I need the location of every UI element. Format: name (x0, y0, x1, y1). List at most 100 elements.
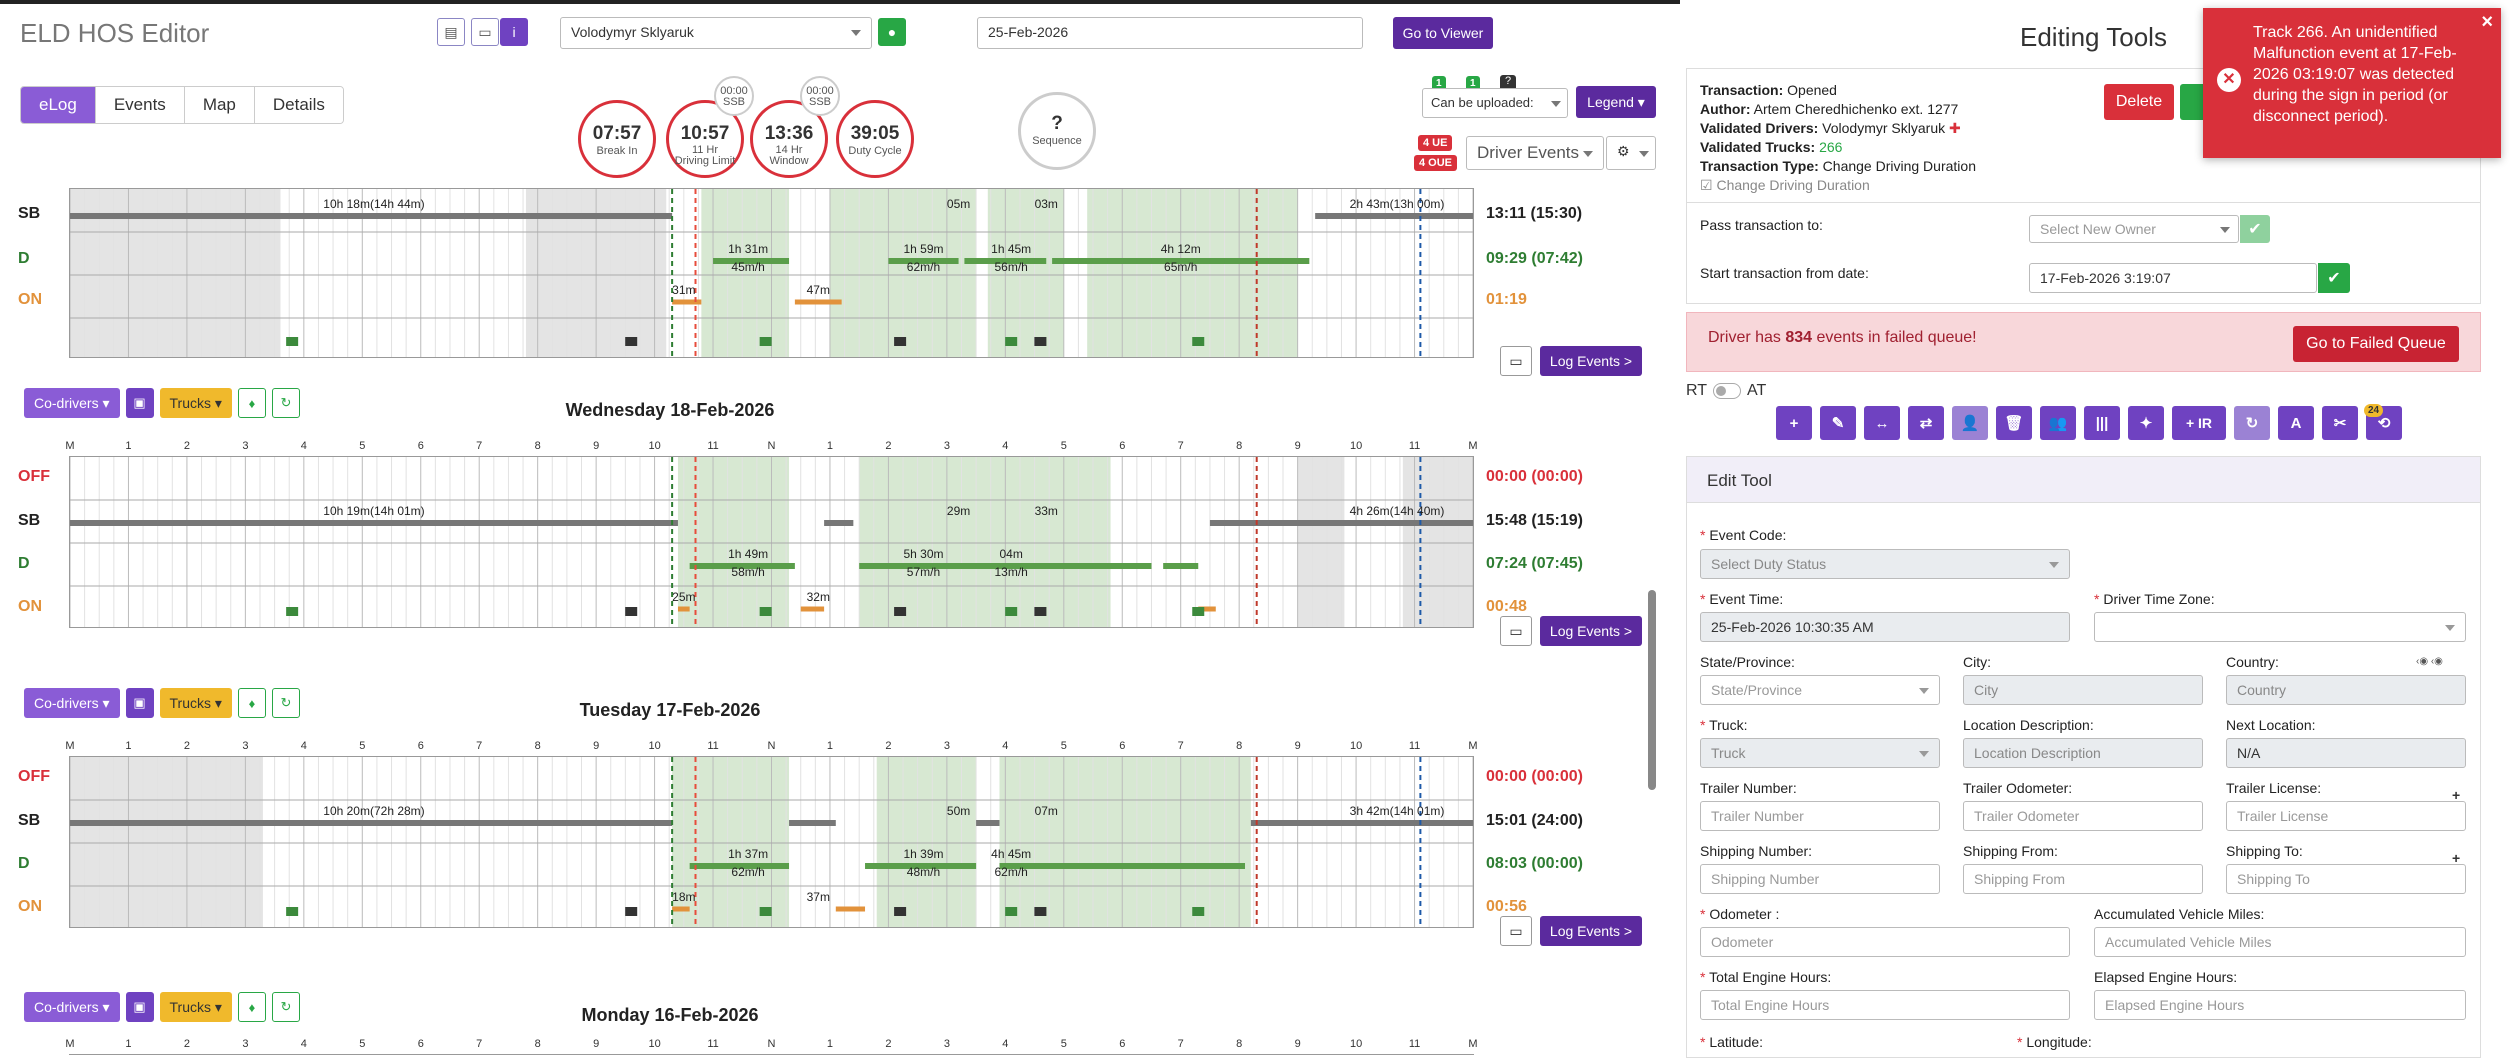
log-events-button[interactable]: Log Events > (1540, 346, 1642, 376)
timezone-select[interactable] (2094, 612, 2466, 642)
country-input[interactable]: Country (2226, 675, 2466, 705)
log-panel: ELD HOS Editor ▤ ▭ i Volodymyr Sklyaruk … (0, 0, 1680, 1058)
driver-select[interactable]: Volodymyr Sklyaruk (560, 17, 872, 49)
hour-label: 9 (593, 740, 600, 752)
hour-label: 6 (1119, 740, 1126, 752)
truck-select[interactable]: Truck (1700, 738, 1940, 768)
field-label-text: Elapsed Engine Hours: (2094, 969, 2238, 985)
confirm-start-button[interactable]: ✔ (2318, 263, 2350, 293)
close-icon[interactable]: × (2481, 12, 2493, 33)
log-graph[interactable] (69, 756, 1474, 928)
driver-events-select[interactable]: Driver Events (1466, 136, 1604, 170)
field-label-text: Truck: (1709, 717, 1748, 733)
gear-icon: ⚙ (1617, 143, 1630, 159)
event-code-select[interactable]: Select Duty Status (1700, 549, 2070, 579)
shipping-to-input[interactable]: Shipping To (2226, 864, 2466, 894)
log-graph[interactable] (69, 456, 1474, 628)
scrollbar[interactable] (1648, 590, 1656, 790)
camera-icon (894, 907, 907, 916)
trailer-license-input[interactable]: Trailer License (2226, 801, 2466, 831)
comment-button[interactable]: ▭ (1500, 616, 1532, 646)
tool-button-0[interactable]: + (1776, 406, 1812, 440)
total-d: 07:24 (07:45) (1486, 555, 1583, 572)
trailer-odometer-input[interactable]: Trailer Odometer (1963, 801, 2203, 831)
start-date-input[interactable]: 17-Feb-2026 3:19:07 (2029, 263, 2317, 293)
new-owner-select[interactable]: Select New Owner (2029, 215, 2239, 243)
change-driving-checkbox-row[interactable]: ☑ Change Driving Duration (1700, 176, 1976, 195)
kv-key: Validated Trucks: (1700, 139, 1816, 155)
go-to-failed-queue-button[interactable]: Go to Failed Queue (2293, 326, 2459, 362)
field-label: * Longitude: (2017, 1034, 2092, 1050)
hour-label: 8 (534, 740, 541, 752)
tool-button-12[interactable]: ✂ (2322, 406, 2358, 440)
tool-button-9[interactable]: + IR (2172, 406, 2226, 440)
total-d: 09:29 (07:42) (1486, 250, 1583, 267)
location-pin-icon[interactable]: ‹◉ ‹◉ (2416, 656, 2443, 667)
tool-button-6[interactable]: 👥 (2040, 406, 2076, 440)
kv-key: Validated Drivers: (1700, 120, 1819, 136)
log-graph[interactable] (69, 1054, 1474, 1055)
tab-details[interactable]: Details (254, 87, 343, 123)
log-events-button[interactable]: Log Events > (1540, 616, 1642, 646)
checkbox-icon[interactable]: ☑ (1700, 177, 1713, 193)
field-value: Accumulated Vehicle Miles (2105, 934, 2272, 950)
tool-button-3[interactable]: ⇄ (1908, 406, 1944, 440)
elapsed-engine-hours-input[interactable]: Elapsed Engine Hours (2094, 990, 2466, 1020)
hour-label: 4 (1002, 440, 1009, 452)
next-location-input[interactable]: N/A (2226, 738, 2466, 768)
divider (1687, 202, 2480, 203)
legend-button[interactable]: Legend ▾ (1576, 86, 1656, 118)
note-icon[interactable]: ▭ (471, 18, 499, 46)
odometer-input[interactable]: Odometer (1700, 927, 2070, 957)
tool-button-10[interactable]: ↻ (2234, 406, 2270, 440)
settings-dropdown[interactable]: ⚙ (1606, 136, 1656, 170)
tool-button-11[interactable]: A (2278, 406, 2314, 440)
tool-button-7[interactable]: ||| (2084, 406, 2120, 440)
confirm-owner-button[interactable]: ✔ (2240, 215, 2270, 243)
document-icon[interactable]: ▤ (437, 18, 465, 46)
shipping-from-input[interactable]: Shipping From (1963, 864, 2203, 894)
comment-button[interactable]: ▭ (1500, 916, 1532, 946)
go-to-viewer-button[interactable]: Go to Viewer (1393, 17, 1493, 49)
event-time-input[interactable]: 25-Feb-2026 10:30:35 AM (1700, 612, 2070, 642)
location-description-input[interactable]: Location Description (1963, 738, 2203, 768)
total-engine-hours-input[interactable]: Total Engine Hours (1700, 990, 2070, 1020)
hour-label: 4 (300, 740, 307, 752)
tab-events[interactable]: Events (95, 87, 185, 123)
delete-button[interactable]: Delete (2104, 84, 2174, 120)
add-icon[interactable]: + (2452, 850, 2460, 866)
accumulated-miles-input[interactable]: Accumulated Vehicle Miles (2094, 927, 2466, 957)
camera-icon (625, 607, 638, 616)
user-icon[interactable]: ● (878, 18, 906, 46)
city-input[interactable]: City (1963, 675, 2203, 705)
shipping-number-input[interactable]: Shipping Number (1700, 864, 1940, 894)
field-label: Trailer Odometer: (1963, 780, 2072, 796)
gauge-value: 39:05 (850, 123, 900, 144)
segment-label: 07m (1034, 804, 1058, 818)
comment-button[interactable]: ▭ (1500, 346, 1532, 376)
toggle-switch[interactable] (1713, 383, 1742, 399)
date-input[interactable]: 25-Feb-2026 (977, 17, 1363, 49)
add-icon[interactable]: + (2452, 787, 2460, 803)
tool-button-4[interactable]: 👤 (1952, 406, 1988, 440)
state-select[interactable]: State/Province (1700, 675, 1940, 705)
tool-button-1[interactable]: ✎ (1820, 406, 1856, 440)
tab-map[interactable]: Map (184, 87, 255, 123)
hour-label: 5 (1060, 440, 1067, 452)
log-events-button[interactable]: Log Events > (1540, 916, 1642, 946)
trailer-number-input[interactable]: Trailer Number (1700, 801, 1940, 831)
field-label-text: Odometer : (1709, 906, 1780, 922)
tool-button-5[interactable]: 🗑 (1996, 406, 2032, 440)
info-icon[interactable]: i (500, 18, 528, 46)
tool-button-8[interactable]: ✦ (2128, 406, 2164, 440)
tab-elog[interactable]: eLog (21, 87, 96, 123)
log-graph[interactable] (69, 188, 1474, 358)
hour-label: 3 (943, 740, 950, 752)
driver-events-value: Driver Events (1477, 143, 1580, 162)
upload-select[interactable]: Can be uploaded: (1422, 88, 1568, 118)
rt-at-toggle[interactable]: RT AT (1686, 382, 1766, 400)
hour-label: 8 (1236, 1038, 1243, 1050)
field-label-text: Location Description: (1963, 717, 2094, 733)
hour-label: 6 (417, 1038, 424, 1050)
tool-button-2[interactable]: ↔ (1864, 406, 1900, 440)
